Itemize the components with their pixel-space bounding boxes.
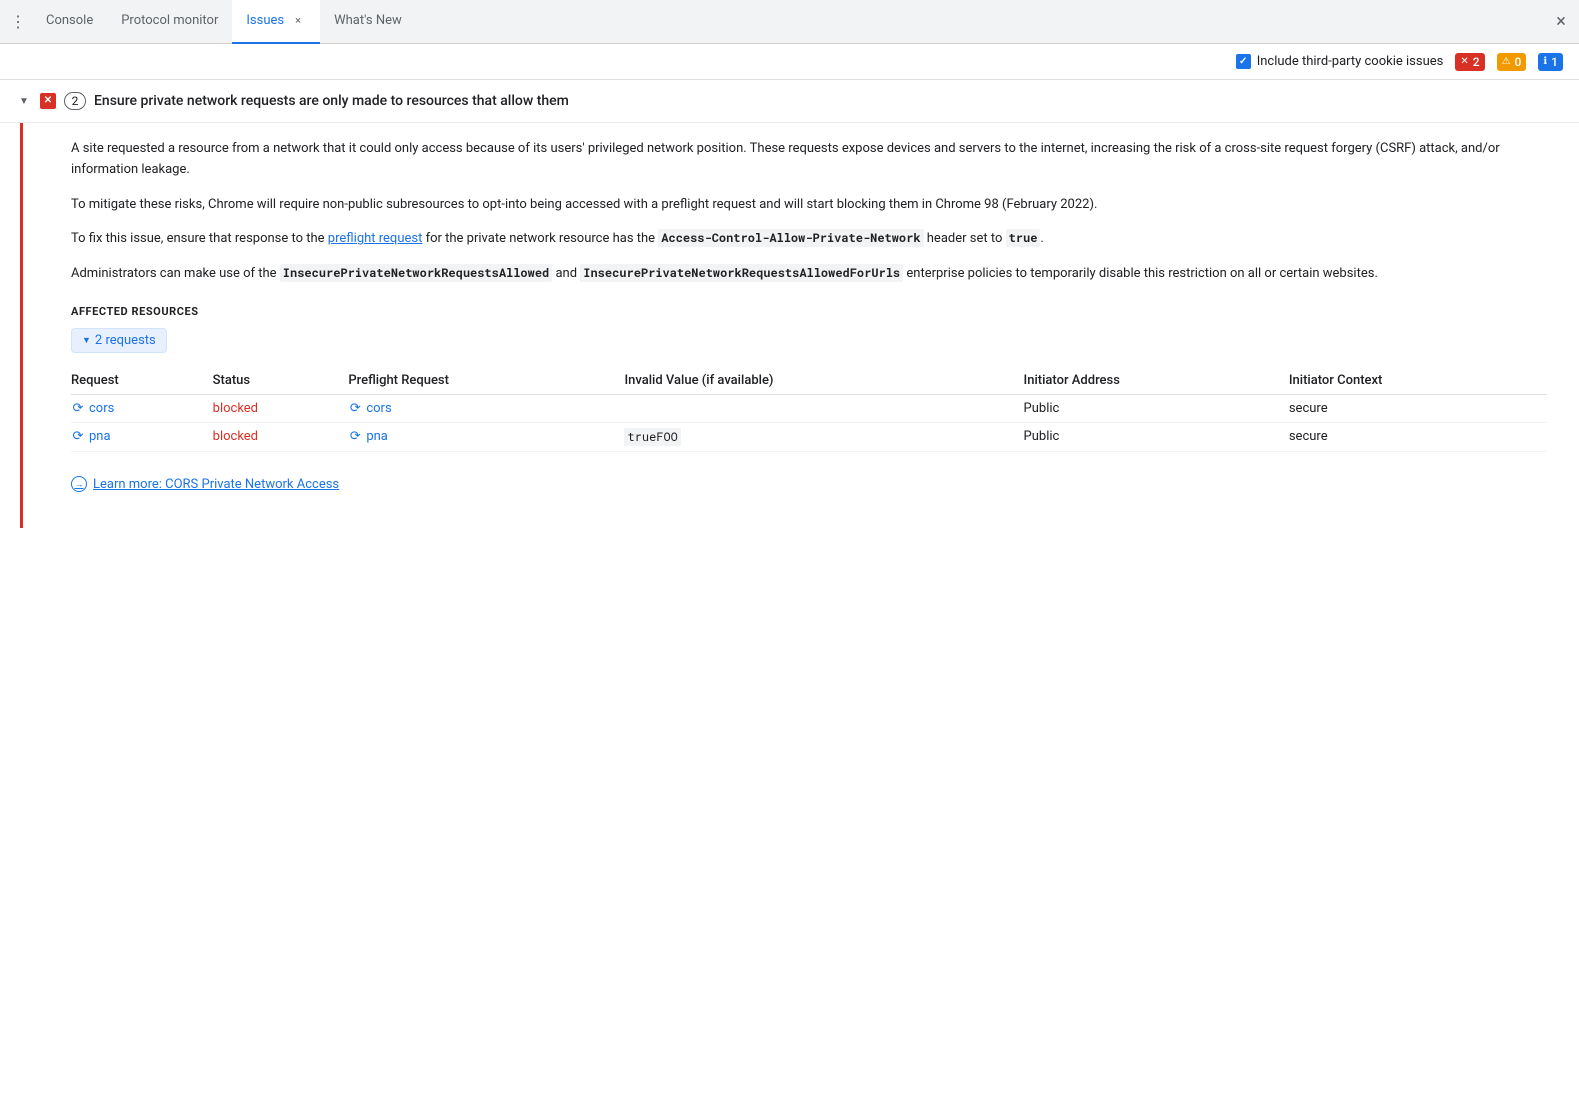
row-1-invalid-value: trueFOO: [624, 422, 1023, 451]
status-value: blocked: [213, 401, 258, 416]
table-row: ⟳pna blocked ⟳pna trueFOO Publicsecure: [71, 422, 1547, 451]
table-header-row: Request Status Preflight Request Invalid…: [71, 367, 1547, 395]
col-preflight: Preflight Request: [348, 367, 624, 395]
issue-para1: A site requested a resource from a netwo…: [71, 139, 1547, 181]
row-0-initiator-context: secure: [1289, 394, 1547, 422]
third-party-cookie-checkbox-label[interactable]: Include third-party cookie issues: [1236, 54, 1444, 69]
preflight-request-link[interactable]: preflight request: [328, 231, 423, 246]
tab-whats-new[interactable]: What's New: [320, 0, 416, 44]
request-refresh-icon: ⟳: [71, 430, 85, 444]
issue-para4-suffix: enterprise policies to temporarily disab…: [903, 266, 1378, 281]
issue-para3-code2: true: [1006, 229, 1041, 247]
tab-whats-new-label: What's New: [334, 13, 402, 28]
issue-para4-prefix: Administrators can make use of the: [71, 266, 280, 281]
issue-header[interactable]: ▼ ✕ 2 Ensure private network requests ar…: [0, 80, 1579, 123]
affected-resources-section: AFFECTED RESOURCES ▼ 2 requests Request …: [71, 305, 1547, 452]
issue-para3-end: .: [1040, 231, 1043, 246]
row-0-preflight: ⟳cors: [348, 394, 624, 422]
col-initiator-context: Initiator Context: [1289, 367, 1547, 395]
issue-title: Ensure private network requests are only…: [94, 93, 569, 109]
issue-para4-code1: InsecurePrivateNetworkRequestsAllowed: [280, 264, 552, 282]
tab-issues-close[interactable]: ×: [290, 13, 306, 29]
col-status: Status: [213, 367, 349, 395]
preflight-refresh-icon: ⟳: [348, 430, 362, 444]
info-badge: ℹ 1: [1538, 53, 1563, 71]
issue-body: A site requested a resource from a netwo…: [20, 123, 1579, 528]
learn-more-section: → Learn more: CORS Private Network Acces…: [71, 476, 1547, 513]
tab-protocol-monitor[interactable]: Protocol monitor: [107, 0, 232, 44]
menu-dots-icon[interactable]: ⋮: [4, 8, 32, 36]
learn-more-arrow-icon: →: [71, 476, 87, 492]
issue-para3-prefix: To fix this issue, ensure that response …: [71, 231, 328, 246]
learn-more-link[interactable]: → Learn more: CORS Private Network Acces…: [71, 476, 339, 492]
tab-console-label: Console: [46, 13, 93, 28]
invalid-value-code: trueFOO: [624, 428, 680, 446]
requests-toggle-label: 2 requests: [95, 333, 156, 348]
preflight-link[interactable]: ⟳pna: [348, 429, 616, 444]
third-party-cookie-label: Include third-party cookie issues: [1257, 54, 1444, 69]
affected-resources-title: AFFECTED RESOURCES: [71, 305, 1547, 318]
warning-badge-icon: ⚠: [1502, 56, 1511, 67]
warning-badge-count: 0: [1515, 55, 1522, 69]
status-value: blocked: [213, 429, 258, 444]
third-party-cookie-checkbox[interactable]: [1236, 54, 1251, 69]
row-1-initiator-context: secure: [1289, 422, 1547, 451]
issue-para2: To mitigate these risks, Chrome will req…: [71, 195, 1547, 216]
row-0-status: blocked: [213, 394, 349, 422]
issue-chevron-icon: ▼: [16, 93, 32, 109]
row-0-initiator-address: Public: [1024, 394, 1289, 422]
row-1-status: blocked: [213, 422, 349, 451]
tab-issues-label: Issues: [246, 13, 284, 28]
requests-toggle[interactable]: ▼ 2 requests: [71, 328, 167, 353]
issue-description: A site requested a resource from a netwo…: [71, 139, 1547, 285]
issue-para3-code1: Access-Control-Allow-Private-Network: [658, 229, 923, 247]
issue-count-badge: 2: [64, 92, 86, 110]
issue-para3: To fix this issue, ensure that response …: [71, 229, 1547, 250]
tab-protocol-monitor-label: Protocol monitor: [121, 13, 218, 28]
toolbar-row: Include third-party cookie issues ✕ 2 ⚠ …: [0, 44, 1579, 80]
error-badge-count: 2: [1473, 55, 1480, 69]
col-invalid-value: Invalid Value (if available): [624, 367, 1023, 395]
error-badge-icon: ✕: [1460, 56, 1468, 67]
preflight-refresh-icon: ⟳: [348, 401, 362, 415]
info-badge-count: 1: [1551, 55, 1558, 69]
issue-para4: Administrators can make use of the Insec…: [71, 264, 1547, 285]
error-badge: ✕ 2: [1455, 53, 1484, 71]
preflight-link[interactable]: ⟳cors: [348, 401, 616, 416]
col-request: Request: [71, 367, 213, 395]
devtools-close-button[interactable]: ×: [1547, 8, 1575, 36]
tab-console[interactable]: Console: [32, 0, 107, 44]
info-badge-icon: ℹ: [1543, 56, 1547, 67]
issues-panel[interactable]: ▼ ✕ 2 Ensure private network requests ar…: [0, 80, 1579, 1098]
row-1-preflight: ⟳pna: [348, 422, 624, 451]
row-0-invalid-value: [624, 394, 1023, 422]
row-1-initiator-address: Public: [1024, 422, 1289, 451]
issue-para3-suffix: header set to: [924, 231, 1006, 246]
row-0-request: ⟳cors: [71, 394, 213, 422]
issue-para3-mid: for the private network resource has the: [422, 231, 658, 246]
row-1-request: ⟳pna: [71, 422, 213, 451]
learn-more-text: Learn more: CORS Private Network Access: [93, 477, 339, 492]
requests-table: Request Status Preflight Request Invalid…: [71, 367, 1547, 452]
request-link[interactable]: ⟳pna: [71, 429, 205, 444]
top-bar: ⋮ Console Protocol monitor Issues × What…: [0, 0, 1579, 44]
issue-para4-code2: InsecurePrivateNetworkRequestsAllowedFor…: [580, 264, 903, 282]
main-content: ▼ ✕ 2 Ensure private network requests ar…: [0, 80, 1579, 1098]
tab-issues[interactable]: Issues ×: [232, 0, 320, 44]
issue-para4-mid: and: [552, 266, 580, 281]
warning-badge: ⚠ 0: [1497, 53, 1527, 71]
issue-error-icon: ✕: [40, 93, 56, 109]
request-link[interactable]: ⟳cors: [71, 401, 205, 416]
request-refresh-icon: ⟳: [71, 401, 85, 415]
table-row: ⟳cors blocked ⟳cors Publicsecure: [71, 394, 1547, 422]
requests-toggle-chevron: ▼: [82, 335, 91, 346]
col-initiator-address: Initiator Address: [1024, 367, 1289, 395]
